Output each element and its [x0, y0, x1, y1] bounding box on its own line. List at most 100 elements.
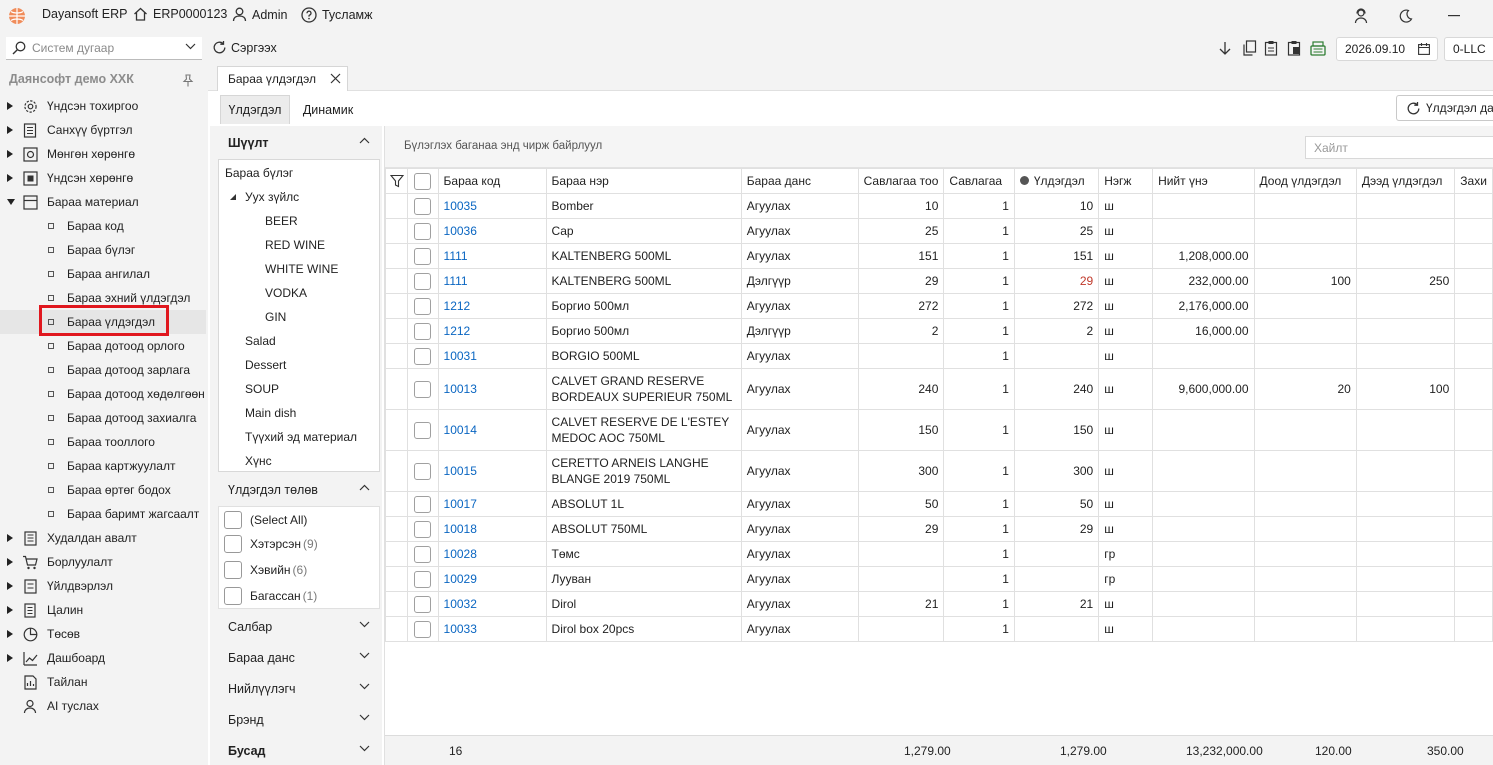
- row-checkbox[interactable]: [407, 616, 439, 642]
- other-section-header[interactable]: Бусад: [218, 736, 378, 765]
- sidebar-item-payroll[interactable]: Цалин: [0, 598, 206, 622]
- row-checkbox[interactable]: [407, 243, 439, 269]
- column-header-pack[interactable]: Савлагаа: [943, 168, 1015, 194]
- tree-node[interactable]: Main dish: [245, 406, 296, 420]
- grid-search-input[interactable]: [1314, 137, 1484, 158]
- company-code-select[interactable]: 0-LLC: [1444, 37, 1493, 61]
- row-checkbox[interactable]: [407, 409, 439, 451]
- table-row[interactable]: 10013 CALVET GRAND RESERVE BORDEAUX SUPER…: [384, 368, 1493, 410]
- close-icon[interactable]: [330, 73, 341, 84]
- system-number-input[interactable]: [32, 41, 172, 55]
- pin-icon[interactable]: [182, 74, 194, 87]
- cell-code[interactable]: 1212: [437, 318, 547, 344]
- table-row[interactable]: 10029 Лууван Агуулах 1 гр: [384, 566, 1493, 592]
- grid-search[interactable]: [1305, 136, 1493, 159]
- column-header-code[interactable]: Бараа код: [437, 168, 547, 194]
- row-checkbox[interactable]: [407, 491, 439, 517]
- tree-node[interactable]: Хүнс: [245, 454, 272, 468]
- row-checkbox[interactable]: [407, 193, 439, 219]
- cell-code[interactable]: 10013: [437, 368, 547, 410]
- sidebar-subitem[interactable]: Бараа өртөг бодох: [0, 478, 206, 502]
- help-link[interactable]: Тусламж: [301, 7, 373, 23]
- table-row[interactable]: 10015 CERETTO ARNEIS LANGHE BLANGE 2019 7…: [384, 450, 1493, 492]
- system-number-search[interactable]: [6, 37, 202, 60]
- cell-code[interactable]: 10031: [437, 343, 547, 369]
- column-header-total[interactable]: Нийт үнэ: [1152, 168, 1255, 194]
- table-row[interactable]: 10028 Төмс Агуулах 1 гр: [384, 541, 1493, 567]
- tab-dynamic[interactable]: Динамик: [298, 95, 358, 124]
- cell-code[interactable]: 10033: [437, 616, 547, 642]
- tree-node[interactable]: SOUP: [245, 382, 279, 396]
- expand-arrow-icon[interactable]: [7, 126, 13, 134]
- row-checkbox[interactable]: [407, 450, 439, 492]
- sidebar-subitem[interactable]: Бараа дотоод зарлага: [0, 358, 206, 382]
- cell-code[interactable]: 1111: [437, 268, 547, 294]
- collapse-arrow-icon[interactable]: [7, 199, 15, 205]
- chevron-up-icon[interactable]: [359, 137, 370, 144]
- cell-code[interactable]: 10032: [437, 591, 547, 617]
- sidebar-item-budget[interactable]: Төсөв: [0, 622, 206, 646]
- chevron-down-icon[interactable]: [359, 683, 370, 690]
- row-checkbox[interactable]: [407, 516, 439, 542]
- chevron-down-icon[interactable]: [359, 652, 370, 659]
- paste-icon[interactable]: [1286, 40, 1302, 56]
- sidebar-subitem[interactable]: Бараа бүлэг: [0, 238, 206, 262]
- row-checkbox[interactable]: [407, 541, 439, 567]
- cell-code[interactable]: 10017: [437, 491, 547, 517]
- cell-code[interactable]: 10015: [437, 450, 547, 492]
- table-row[interactable]: 10017 ABSOLUT 1L Агуулах 50 1 50 ш: [384, 491, 1493, 517]
- sidebar-item-dashboard[interactable]: Дашбоард: [0, 646, 206, 670]
- sidebar-subitem[interactable]: Бараа дотоод захиалга: [0, 406, 206, 430]
- sidebar-subitem[interactable]: Бараа тооллого: [0, 430, 206, 454]
- tree-node[interactable]: GIN: [265, 310, 286, 324]
- chevron-down-icon[interactable]: [359, 745, 370, 752]
- cell-code[interactable]: 10028: [437, 541, 547, 567]
- sidebar-item-accounting[interactable]: Санхүү бүртгэл: [0, 118, 206, 142]
- refresh-button[interactable]: Сэргээх: [212, 40, 277, 55]
- home-link[interactable]: ERP0000123: [133, 7, 227, 21]
- status-section-header[interactable]: Үлдэгдэл төлөв: [218, 475, 378, 505]
- row-checkbox[interactable]: [407, 343, 439, 369]
- clipboard-icon[interactable]: [1263, 40, 1279, 56]
- cell-code[interactable]: 1111: [437, 243, 547, 269]
- column-header-pack-qty[interactable]: Савлагаа тоо: [857, 168, 945, 194]
- row-checkbox[interactable]: [407, 368, 439, 410]
- table-row[interactable]: 10018 ABSOLUT 750ML Агуулах 29 1 29 ш: [384, 516, 1493, 542]
- row-checkbox[interactable]: [407, 566, 439, 592]
- expand-arrow-icon[interactable]: [7, 654, 13, 662]
- sidebar-subitem[interactable]: Бараа картжуулалт: [0, 454, 206, 478]
- chevron-down-icon[interactable]: [185, 43, 196, 50]
- cash-register-icon[interactable]: [1310, 40, 1326, 56]
- date-picker[interactable]: 2026.09.10: [1336, 37, 1438, 61]
- table-row[interactable]: 1111 KALTENBERG 500ML Агуулах 151 1 151 ш 1,208…: [384, 243, 1493, 269]
- table-row[interactable]: 1212 Боргио 500мл Дэлгүүр 2 1 2 ш 16,000.00: [384, 318, 1493, 344]
- support-agent-icon[interactable]: [1350, 6, 1372, 26]
- expand-arrow-icon[interactable]: [7, 102, 13, 110]
- copy-icon[interactable]: [1241, 40, 1257, 56]
- status-option[interactable]: Хэтэрсэн (9): [224, 534, 318, 554]
- tab-balance[interactable]: Үлдэгдэл: [220, 95, 290, 124]
- tree-node[interactable]: VODKA: [265, 286, 307, 300]
- row-checkbox[interactable]: [407, 268, 439, 294]
- cell-code[interactable]: 10036: [437, 218, 547, 244]
- expand-arrow-icon[interactable]: [7, 150, 13, 158]
- minimize-icon[interactable]: [1443, 6, 1465, 26]
- filter-section-header[interactable]: Шүүлт: [218, 128, 378, 158]
- sidebar-item-inventory[interactable]: Бараа материал: [0, 190, 206, 214]
- row-checkbox[interactable]: [407, 293, 439, 319]
- column-header-order[interactable]: Захи: [1454, 168, 1493, 194]
- select-all-checkbox[interactable]: [407, 168, 439, 194]
- status-option-select-all[interactable]: (Select All): [224, 510, 307, 530]
- table-row[interactable]: 1111 KALTENBERG 500ML Дэлгүүр 29 1 29 ш 232,000…: [384, 268, 1493, 294]
- tree-node[interactable]: Salad: [245, 334, 276, 348]
- chevron-up-icon[interactable]: [359, 484, 370, 491]
- sidebar-subitem[interactable]: Бараа ангилал: [0, 262, 206, 286]
- sidebar-item-production[interactable]: Үйлдвэрлэл: [0, 574, 206, 598]
- cell-code[interactable]: 10029: [437, 566, 547, 592]
- expand-arrow-icon[interactable]: [7, 174, 13, 182]
- refresh-balance-button[interactable]: Үлдэгдэл дах: [1396, 95, 1493, 121]
- tree-node[interactable]: Уух зүйлс: [245, 190, 299, 204]
- status-option[interactable]: Хэвийн (6): [224, 560, 307, 580]
- expand-arrow-icon[interactable]: [7, 606, 13, 614]
- cell-code[interactable]: 10035: [437, 193, 547, 219]
